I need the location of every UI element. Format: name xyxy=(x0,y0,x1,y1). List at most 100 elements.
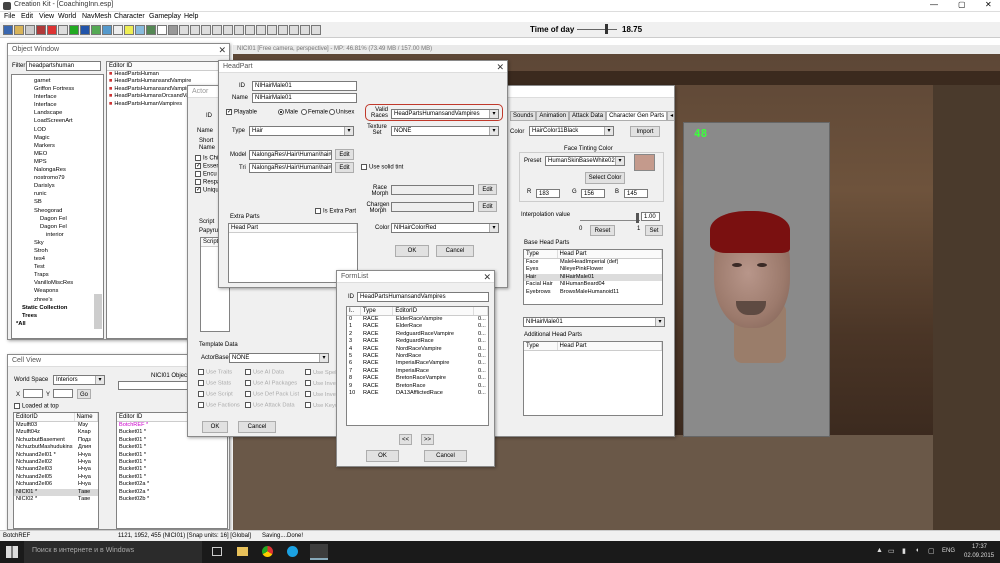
tree-item[interactable]: Test xyxy=(34,263,103,271)
chargen-morph-edit-button[interactable]: Edit xyxy=(478,201,497,212)
tree-item[interactable]: Magic xyxy=(34,134,103,142)
tree-item[interactable]: LoadScreenArt xyxy=(34,117,103,125)
table-row[interactable]: 2 RACE RedguardRaceVampire 0... xyxy=(347,331,488,338)
add-header-type[interactable]: Type xyxy=(524,342,558,350)
tree-item[interactable]: LOD xyxy=(34,126,103,134)
tree-item[interactable]: Darislys xyxy=(34,182,103,190)
bhp-header-headpart[interactable]: Head Part xyxy=(558,250,662,258)
tray-network-icon[interactable]: ▭ xyxy=(888,547,895,555)
template-check[interactable]: Use Inve xyxy=(305,380,336,387)
table-row[interactable]: 6 RACE ImperialRaceVampire 0... xyxy=(347,360,488,367)
language-indicator[interactable]: ENG xyxy=(942,548,955,554)
object-list-header[interactable]: Editor ID xyxy=(107,62,227,70)
tree-item[interactable]: Sky xyxy=(34,239,103,247)
hair-color-select[interactable]: HairColor11Black xyxy=(529,126,614,136)
template-check[interactable]: Use Script xyxy=(198,391,245,398)
undo-icon[interactable] xyxy=(25,25,35,35)
formlist-list[interactable]: I.. Type EditorID 0 RACE ElderRaceVampire 0..… xyxy=(346,306,489,426)
grid7-icon[interactable] xyxy=(234,25,244,35)
green-icon[interactable] xyxy=(69,25,79,35)
template-check[interactable]: Use Def Pack List xyxy=(245,391,305,398)
file-explorer-icon[interactable] xyxy=(237,547,248,556)
tree-item[interactable]: Traps xyxy=(34,271,103,279)
grid12-icon[interactable] xyxy=(289,25,299,35)
table-row[interactable]: Bucket01 * xyxy=(117,459,227,466)
open-icon[interactable] xyxy=(14,25,24,35)
actor-cancel-button[interactable]: Cancel xyxy=(238,421,276,433)
bhp-header-type[interactable]: Type xyxy=(524,250,558,258)
template-check[interactable]: Use AI Data xyxy=(245,369,305,376)
table-row[interactable]: Nchuand2el06 Нчуа xyxy=(14,481,98,488)
table-row[interactable]: Bucket02a * xyxy=(117,489,227,496)
table-row[interactable]: 10 RACE DA13AfflictedRace 0... xyxy=(347,390,488,397)
skype-icon[interactable] xyxy=(287,546,298,557)
menu-view[interactable]: View xyxy=(39,12,54,22)
actor-check-respawn[interactable]: Respa xyxy=(195,179,220,186)
grid11-icon[interactable] xyxy=(278,25,288,35)
interpolation-slider-thumb[interactable] xyxy=(636,213,639,223)
menu-edit[interactable]: Edit xyxy=(21,12,33,22)
task-view-icon[interactable] xyxy=(212,547,222,556)
clock-time[interactable]: 17:37 xyxy=(972,544,987,550)
save-icon[interactable] xyxy=(3,25,13,35)
windows-start-icon[interactable] xyxy=(6,546,18,558)
list-item[interactable]: ■ HeadPartsHuman xyxy=(107,71,227,78)
table-row[interactable]: 0 RACE ElderRaceVampire 0... xyxy=(347,316,488,323)
blue-icon[interactable] xyxy=(80,25,90,35)
tray-volume-icon[interactable]: ◖ xyxy=(915,547,919,554)
taskbar-search-box[interactable]: Поиск в интернете и в Windows xyxy=(24,541,202,563)
menu-character[interactable]: Character xyxy=(114,12,145,22)
table-row[interactable]: Nchuand2el01 * Нчуа xyxy=(14,452,98,459)
base-head-parts-list[interactable]: Type Head Part Face MaleHeadImperial (def)… xyxy=(523,249,663,305)
extra-parts-header[interactable]: Head Part xyxy=(229,224,357,232)
headpart-name-input[interactable]: NIHairMale01 xyxy=(252,93,357,103)
tree-item[interactable]: interior xyxy=(34,231,103,239)
tree-item[interactable]: tes4 xyxy=(34,255,103,263)
template-check[interactable]: Use Factions xyxy=(198,402,245,409)
table-row[interactable]: 1 RACE ElderRace 0... xyxy=(347,323,488,330)
model-input[interactable]: NalongaRes\Hair\Human\hair02 xyxy=(249,150,332,160)
flag-icon[interactable] xyxy=(47,25,57,35)
table-row[interactable]: NICI01 * Таве xyxy=(14,488,98,496)
headpart-cancel-button[interactable]: Cancel xyxy=(436,245,474,257)
table-row[interactable]: Mzulft03 Мзу xyxy=(14,422,98,429)
menu-navmesh[interactable]: NavMesh xyxy=(82,12,112,22)
tree-item[interactable]: Dagon Fel xyxy=(34,223,103,231)
tab-sounds[interactable]: Sounds xyxy=(510,111,537,121)
interpolation-input[interactable]: 1.00 xyxy=(641,212,660,221)
interpolation-slider[interactable] xyxy=(580,220,640,221)
race-morph-edit-button[interactable]: Edit xyxy=(478,184,497,195)
sky-icon[interactable] xyxy=(135,25,145,35)
grid9-icon[interactable] xyxy=(256,25,266,35)
gear-icon[interactable] xyxy=(168,25,178,35)
grid14-icon[interactable] xyxy=(311,25,321,35)
tray-battery-icon[interactable]: ▮ xyxy=(902,547,906,555)
table-row[interactable]: Nchuand2el03 Нчуа xyxy=(14,466,98,473)
table-row[interactable]: Bucket01 * xyxy=(117,437,227,444)
table-row[interactable]: Nchuand2el05 Нчуа xyxy=(14,474,98,481)
tree-item[interactable]: runic xyxy=(34,190,103,198)
solid-tint-checkbox[interactable]: Use solid tint xyxy=(361,164,403,171)
color-select[interactable]: NIHairColorRed xyxy=(391,223,499,233)
menu-gameplay[interactable]: Gameplay xyxy=(149,12,181,22)
texture-set-select[interactable]: NONE xyxy=(391,126,499,136)
menu-help[interactable]: Help xyxy=(184,12,198,22)
formlist-id-input[interactable]: HeadPartsHumansandVampires xyxy=(357,292,489,302)
template-check[interactable]: Use Spel xyxy=(305,369,337,376)
tree-item[interactable]: Griffon Fortress xyxy=(34,85,103,93)
model-edit-button[interactable]: Edit xyxy=(335,149,354,160)
chrome-icon[interactable] xyxy=(262,546,273,557)
tree-item[interactable]: garnet xyxy=(34,77,103,85)
is-extra-part-checkbox[interactable]: Is Extra Part xyxy=(315,208,356,215)
tree-item[interactable]: Trees xyxy=(22,312,103,320)
loaded-at-top-checkbox[interactable]: Loaded at top xyxy=(14,403,59,410)
creation-kit-task-icon[interactable] xyxy=(310,544,328,560)
import-button[interactable]: Import xyxy=(630,126,660,137)
grid10-icon[interactable] xyxy=(267,25,277,35)
formlist-header-type[interactable]: Type xyxy=(361,307,394,315)
type-select[interactable]: Hair xyxy=(249,126,354,136)
table-row[interactable]: Facial Hair NIHumanBeard04 xyxy=(524,281,662,288)
actor-base-select[interactable]: NONE xyxy=(229,353,329,363)
table-row[interactable]: 7 RACE ImperialRace 0... xyxy=(347,368,488,375)
menu-file[interactable]: File xyxy=(4,12,15,22)
